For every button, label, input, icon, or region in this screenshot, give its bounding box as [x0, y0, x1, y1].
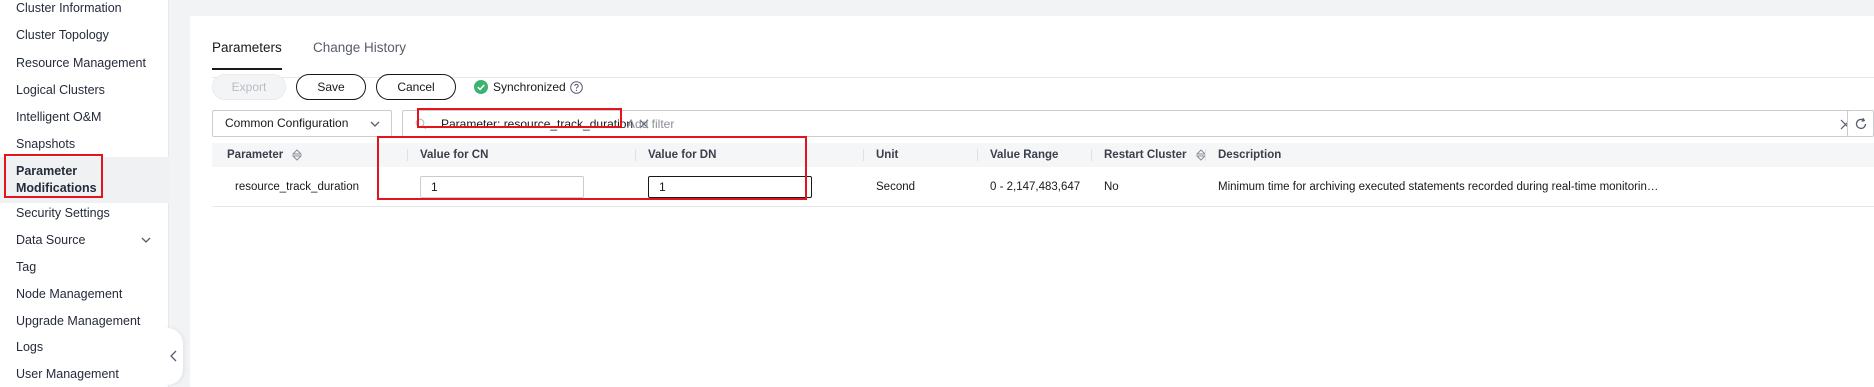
cell-restart-cluster: No — [1104, 181, 1119, 193]
refresh-button[interactable] — [1847, 110, 1874, 137]
column-header-unit: Unit — [876, 149, 899, 161]
tab-parameters[interactable]: Parameters — [212, 38, 282, 70]
sync-status: Synchronized — [474, 79, 583, 95]
config-type-select-value: Common Configuration — [225, 116, 349, 130]
sync-status-label: Synchronized — [493, 80, 566, 94]
sidebar-item-node-management[interactable]: Node Management — [0, 286, 169, 302]
tab-change-history[interactable]: Change History — [313, 38, 406, 58]
value-cn-input[interactable] — [420, 176, 584, 198]
table-header: Parameter Value for CN Value for DN Unit… — [212, 143, 1874, 167]
chevron-down-icon — [141, 237, 151, 243]
config-type-select[interactable]: Common Configuration — [212, 110, 392, 137]
tab-bar: Parameters Change History — [212, 38, 1874, 78]
page: Cluster Information Cluster Topology Res… — [0, 0, 1874, 387]
cell-value-range: 0 - 2,147,483,647 — [990, 181, 1081, 193]
refresh-icon — [1855, 117, 1867, 130]
column-header-value-dn: Value for DN — [648, 149, 717, 161]
sidebar-item-label: Parameter Modifications — [16, 164, 97, 195]
table-row: resource_track_duration Second 0 - 2,147… — [212, 167, 1874, 207]
column-header-label: Restart Cluster — [1104, 149, 1187, 161]
column-divider — [407, 149, 408, 161]
sidebar-item-parameter-modifications[interactable]: Parameter Modifications — [0, 157, 169, 203]
sort-icon[interactable] — [292, 149, 303, 161]
main-panel: Parameters Change History Export Save Ca… — [190, 16, 1874, 387]
filter-bar[interactable]: Parameter: resource_track_duration — [402, 110, 1865, 137]
sidebar-item-logical-clusters[interactable]: Logical Clusters — [0, 82, 169, 98]
column-header-label: Parameter — [227, 149, 284, 161]
search-icon — [415, 118, 427, 130]
column-header-value-range: Value Range — [990, 149, 1059, 161]
export-button[interactable]: Export — [212, 74, 286, 100]
sidebar-item-security-settings[interactable]: Security Settings — [0, 205, 169, 221]
filter-chip-label: Parameter: resource_track_duration — [441, 117, 634, 131]
cell-description: Minimum time for archiving executed stat… — [1218, 181, 1663, 193]
column-header-parameter[interactable]: Parameter — [227, 143, 303, 167]
column-divider — [1091, 149, 1092, 161]
column-divider — [635, 149, 636, 161]
chevron-left-icon — [170, 350, 177, 362]
parameter-table: Parameter Value for CN Value for DN Unit… — [212, 143, 1874, 207]
sidebar-item-logs[interactable]: Logs — [0, 339, 169, 355]
cell-unit: Second — [876, 181, 916, 193]
column-divider — [863, 149, 864, 161]
sidebar: Cluster Information Cluster Topology Res… — [0, 0, 169, 387]
cell-parameter: resource_track_duration — [235, 181, 360, 193]
filter-input[interactable] — [625, 115, 1525, 133]
sidebar-item-user-management[interactable]: User Management — [0, 366, 169, 382]
check-circle-icon — [474, 80, 488, 94]
sidebar-item-resource-management[interactable]: Resource Management — [0, 55, 169, 71]
sidebar-collapse-button[interactable] — [163, 328, 183, 385]
chevron-down-icon — [370, 121, 380, 127]
sidebar-item-intelligent-om[interactable]: Intelligent O&M — [0, 109, 169, 125]
filter-chip: Parameter: resource_track_duration — [435, 115, 655, 133]
sidebar-item-cluster-information[interactable]: Cluster Information — [0, 0, 169, 16]
column-header-value-cn: Value for CN — [420, 149, 489, 161]
column-divider — [977, 149, 978, 161]
help-icon[interactable] — [569, 80, 583, 94]
sidebar-item-data-source[interactable]: Data Source — [0, 232, 169, 248]
column-header-restart-cluster[interactable]: Restart Cluster — [1104, 143, 1206, 167]
save-button[interactable]: Save — [296, 74, 366, 100]
value-dn-input[interactable] — [648, 176, 812, 198]
cancel-button[interactable]: Cancel — [376, 74, 456, 100]
column-divider — [1205, 149, 1206, 161]
sidebar-item-cluster-topology[interactable]: Cluster Topology — [0, 27, 169, 43]
sidebar-item-tag[interactable]: Tag — [0, 259, 169, 275]
sidebar-item-snapshots[interactable]: Snapshots — [0, 136, 169, 152]
sidebar-item-label: Data Source — [16, 233, 86, 247]
sidebar-item-upgrade-management[interactable]: Upgrade Management — [0, 313, 169, 329]
column-header-description: Description — [1218, 149, 1282, 161]
